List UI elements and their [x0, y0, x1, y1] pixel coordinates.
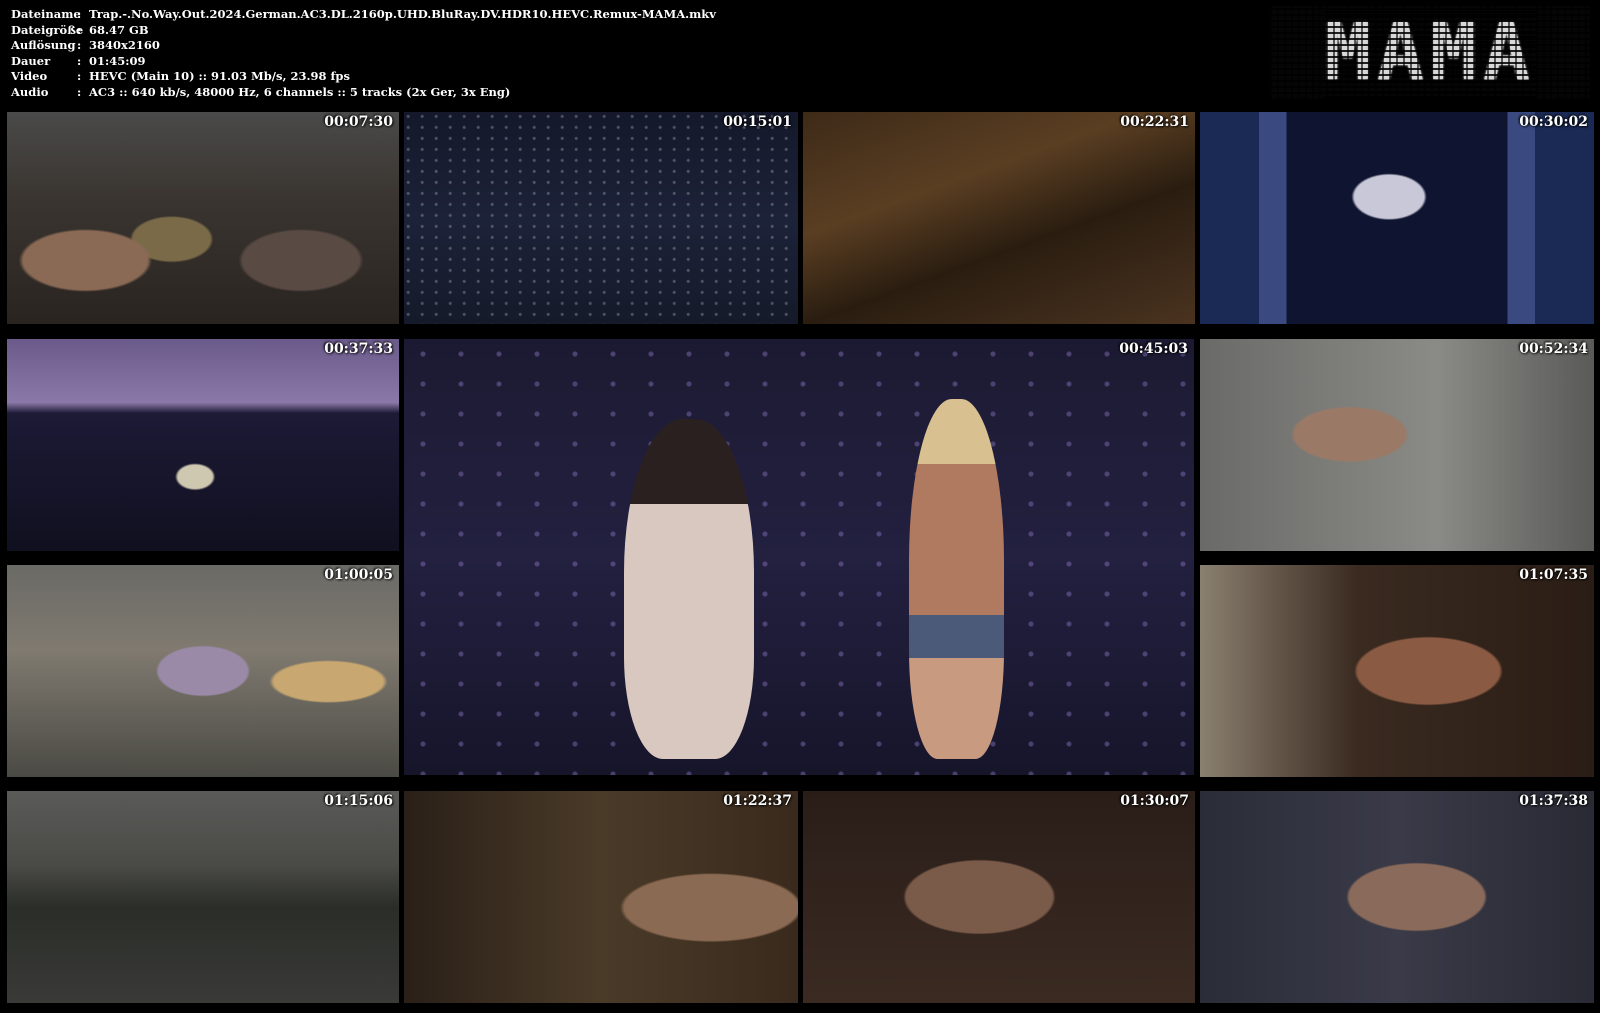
thumbnail-13: 01:37:38 — [1200, 791, 1594, 1003]
info-key: Video — [11, 69, 48, 83]
info-value: 3840x2160 — [89, 38, 160, 52]
thumbnail-7: 00:52:34 — [1200, 339, 1594, 551]
thumbnail-10: 01:15:06 — [7, 791, 399, 1003]
info-key: Dateigröße — [11, 22, 84, 37]
info-separator: : — [77, 53, 82, 68]
info-row-resolution: Auflösung : 3840x2160 — [11, 38, 716, 54]
timestamp: 01:30:07 — [1120, 793, 1189, 809]
thumbnail-12: 01:30:07 — [803, 791, 1195, 1003]
info-value: 68.47 GB — [89, 22, 149, 37]
file-info: Dateiname : Trap.-.No.Way.Out.2024.Germa… — [11, 7, 716, 100]
thumbnail-5: 00:37:33 — [7, 339, 399, 551]
info-row-duration: Dauer : 01:45:09 — [11, 54, 716, 70]
info-row-filename: Dateiname : Trap.-.No.Way.Out.2024.Germa… — [11, 7, 716, 23]
info-key: Audio — [11, 84, 49, 99]
timestamp: 00:37:33 — [324, 341, 393, 357]
info-key: Auflösung — [11, 38, 76, 52]
timestamp: 01:22:37 — [723, 793, 792, 809]
info-value: AC3 :: 640 kb/s, 48000 Hz, 6 channels ::… — [89, 84, 511, 99]
info-separator: : — [77, 38, 82, 52]
singer-figure — [624, 419, 754, 759]
info-value: Trap.-.No.Way.Out.2024.German.AC3.DL.216… — [89, 7, 716, 21]
info-separator: : — [77, 7, 82, 21]
info-key: Dauer — [11, 53, 51, 68]
timestamp: 01:07:35 — [1519, 567, 1588, 583]
thumbnail-11: 01:22:37 — [404, 791, 798, 1003]
thumbnail-2: 00:15:01 — [404, 112, 798, 324]
timestamp: 00:30:02 — [1519, 114, 1588, 130]
timestamp: 00:52:34 — [1519, 341, 1588, 357]
release-group-logo: MAMA — [1270, 6, 1590, 100]
timestamp: 01:15:06 — [324, 793, 393, 809]
info-separator: : — [77, 84, 82, 99]
info-separator: : — [77, 22, 82, 37]
timestamp: 00:15:01 — [723, 114, 792, 130]
info-row-video: Video : HEVC (Main 10) :: 91.03 Mb/s, 23… — [11, 69, 716, 85]
timestamp: 01:00:05 — [324, 567, 393, 583]
timestamp: 00:22:31 — [1120, 114, 1189, 130]
info-value: HEVC (Main 10) :: 91.03 Mb/s, 23.98 fps — [89, 69, 350, 83]
thumbnail-1: 00:07:30 — [7, 112, 399, 324]
timestamp: 00:07:30 — [324, 114, 393, 130]
info-row-filesize: Dateigröße : 68.47 GB — [11, 23, 716, 39]
thumbnail-8: 01:00:05 — [7, 565, 399, 777]
thumbnail-4: 00:30:02 — [1200, 112, 1594, 324]
thumbnail-3: 00:22:31 — [803, 112, 1195, 324]
timestamp: 00:45:03 — [1119, 341, 1188, 357]
info-key: Dateiname — [11, 7, 81, 21]
info-value: 01:45:09 — [89, 53, 146, 68]
fan-figure — [909, 399, 1004, 759]
thumbnail-9: 01:07:35 — [1200, 565, 1594, 777]
thumbnail-6: 00:45:03 — [404, 339, 1194, 775]
info-separator: : — [77, 69, 82, 83]
timestamp: 01:37:38 — [1519, 793, 1588, 809]
logo-text: MAMA — [1324, 8, 1536, 98]
info-row-audio: Audio : AC3 :: 640 kb/s, 48000 Hz, 6 cha… — [11, 85, 716, 101]
